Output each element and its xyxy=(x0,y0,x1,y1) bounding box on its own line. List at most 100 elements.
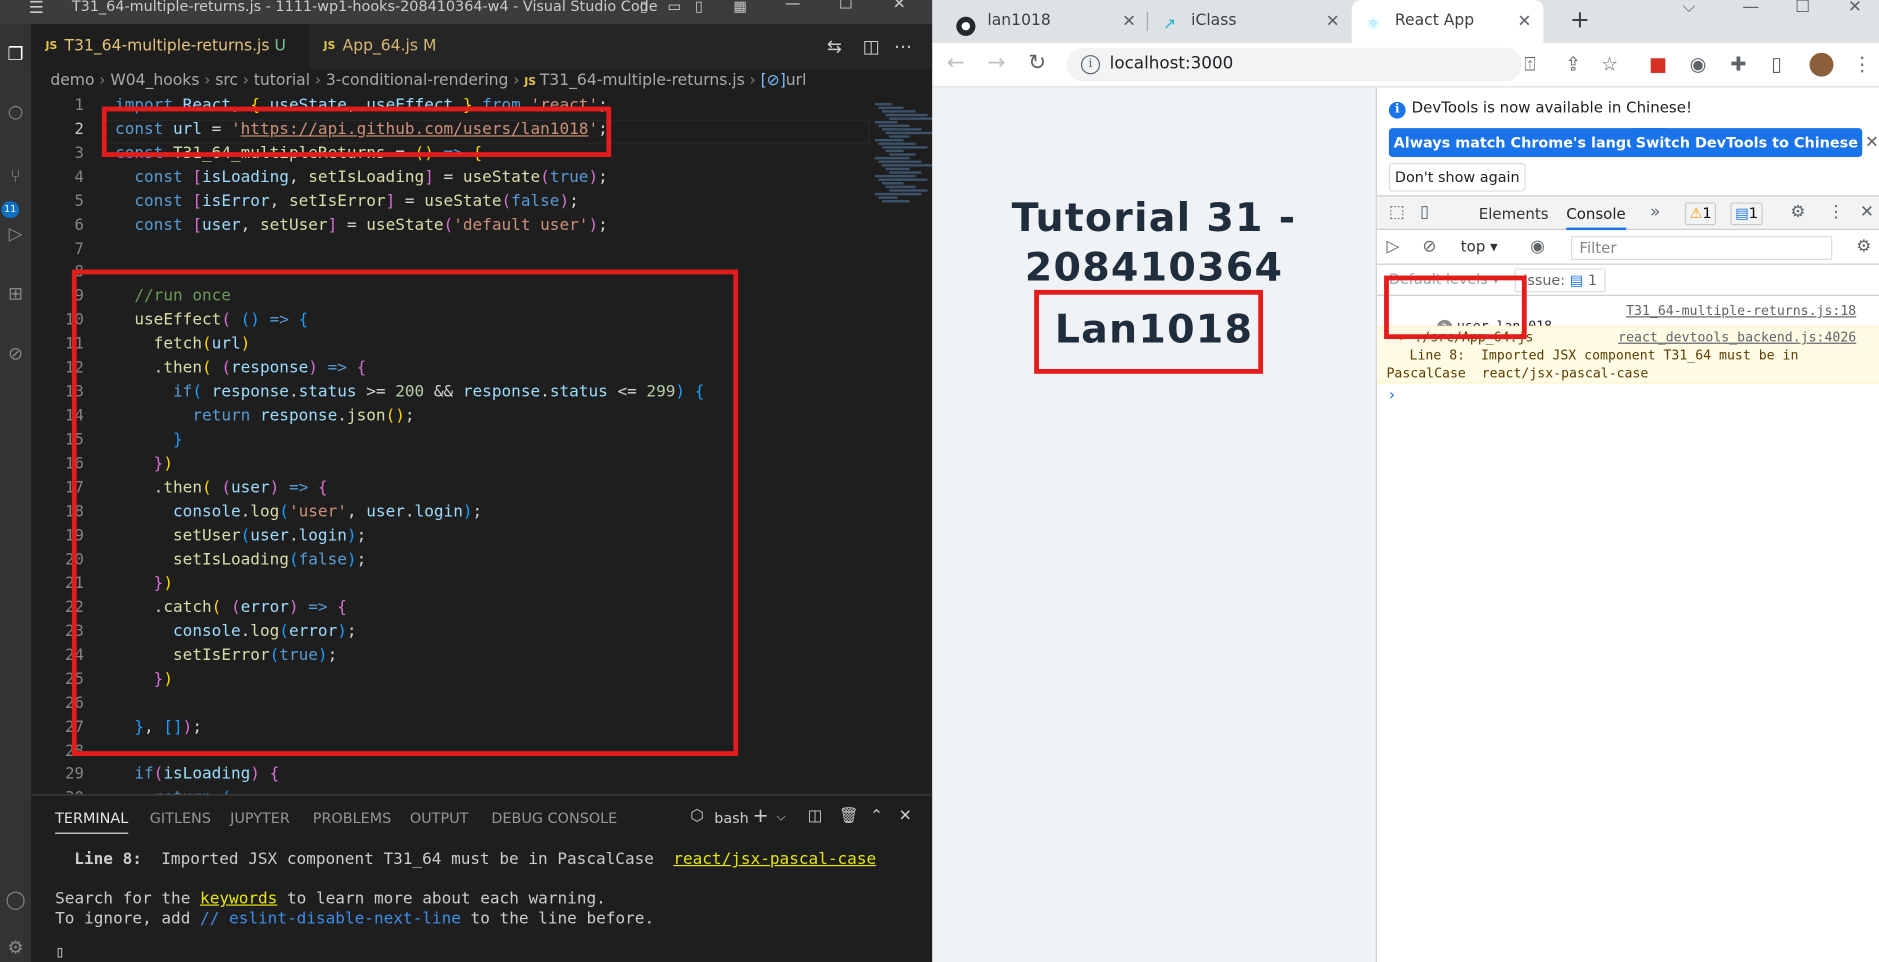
tab-console[interactable]: Console xyxy=(1566,205,1626,231)
window-title: T31_64-multiple-returns.js - 1111-wp1-ho… xyxy=(71,0,658,15)
more-actions-icon[interactable]: ⋯ xyxy=(894,36,912,58)
minimap-line xyxy=(889,117,933,120)
address-bar[interactable]: i localhost:3000 xyxy=(1066,47,1522,82)
customize-layout-icon[interactable]: ▦ xyxy=(733,0,747,14)
minimap-line xyxy=(874,156,910,160)
inspect-element-icon[interactable]: ⬚ xyxy=(1389,202,1405,221)
more-tabs-icon[interactable]: » xyxy=(1650,202,1660,221)
site-info-icon[interactable]: i xyxy=(1080,55,1101,75)
always-match-language-button[interactable]: Always match Chrome's language xyxy=(1388,128,1671,157)
source-control-icon[interactable]: ⑂ xyxy=(2,163,28,189)
browser-tab-iclass[interactable]: ↗ iClass ✕ xyxy=(1160,0,1352,43)
extension-record-icon[interactable]: ◉ xyxy=(1690,53,1707,76)
translate-icon[interactable]: ⍐ xyxy=(1524,53,1536,77)
line-number: 2 xyxy=(74,120,84,139)
context-select[interactable]: top ▾ xyxy=(1461,237,1498,255)
run-debug-icon[interactable]: ▷ xyxy=(2,220,28,246)
dont-show-again-button[interactable]: Don't show again xyxy=(1388,162,1526,192)
terminal-shell-label[interactable]: bash xyxy=(714,810,749,827)
minimize-icon[interactable]: — xyxy=(785,0,801,13)
new-tab-icon[interactable]: + xyxy=(1570,5,1590,34)
tab-output[interactable]: OUTPUT xyxy=(410,810,469,827)
breadcrumb: demo › W04_hooks › src › tutorial › 3-conditiona… xyxy=(50,71,807,90)
forward-icon[interactable]: → xyxy=(987,50,1005,75)
tab-terminal[interactable]: TERMINAL xyxy=(55,810,129,834)
console-filter-input[interactable]: Filter xyxy=(1571,236,1833,260)
explorer-icon[interactable]: ❐ xyxy=(2,41,28,67)
compare-changes-icon[interactable]: ⇆ xyxy=(827,36,842,58)
clear-console-icon[interactable]: ⊘ xyxy=(1422,237,1436,256)
trash-icon[interactable]: 🗑 xyxy=(839,807,859,825)
close-tab-icon[interactable]: ✕ xyxy=(1326,0,1340,43)
close-tab-icon[interactable]: ✕ xyxy=(1517,0,1531,43)
search-icon[interactable]: ○ xyxy=(2,98,28,124)
message-icon: ▤ xyxy=(1735,204,1749,222)
close-infobar-icon[interactable]: ✕ xyxy=(1865,133,1879,152)
chevron-down-icon[interactable]: ⌵ xyxy=(777,811,786,824)
split-terminal-icon[interactable]: ◫ xyxy=(808,807,823,825)
split-editor-icon[interactable]: ◫ xyxy=(863,36,880,58)
minimap-line xyxy=(889,171,922,174)
tab-gitlens[interactable]: GITLENS xyxy=(150,810,211,827)
profile-avatar[interactable] xyxy=(1809,52,1834,77)
minimap[interactable] xyxy=(870,96,933,794)
devtools-panel: i DevTools is now available in Chinese! A… xyxy=(1375,87,1879,962)
close-panel-icon[interactable]: ✕ xyxy=(899,807,912,825)
extensions-puzzle-icon[interactable]: ✚ xyxy=(1730,53,1746,76)
switch-to-chinese-button[interactable]: Switch DevTools to Chinese xyxy=(1630,128,1863,157)
remote-icon[interactable]: ⊘ xyxy=(2,340,28,366)
maximize-icon[interactable]: ☐ xyxy=(1795,0,1810,17)
issues-button[interactable]: Issue: ▤ 1 xyxy=(1514,268,1606,293)
console-settings-icon[interactable]: ⚙ xyxy=(1856,237,1871,256)
browser-tab-react-app[interactable]: ⚛ React App ✕ xyxy=(1351,0,1544,44)
maximize-icon[interactable]: ☐ xyxy=(839,0,853,13)
extension-red-icon[interactable]: ■ xyxy=(1649,53,1667,76)
maximize-panel-icon[interactable]: ⌃ xyxy=(870,807,883,825)
toggle-secondary-sidebar-icon[interactable]: ▯ xyxy=(695,0,703,14)
account-icon[interactable]: ◯ xyxy=(2,887,28,913)
tab-t31-multiple-returns[interactable]: JS T31_64-multiple-returns.js U xyxy=(31,23,310,70)
browser-tab-github[interactable]: ● lan1018 ✕ xyxy=(956,0,1148,43)
warnings-badge[interactable]: ⚠1 xyxy=(1684,202,1717,226)
sidebar-toggle-icon[interactable]: ▷ xyxy=(1386,237,1399,256)
toggle-sidebar-icon[interactable]: ▯ xyxy=(640,0,648,14)
code-line-4: const [isLoading, setIsLoading] = useSta… xyxy=(134,168,608,187)
live-expression-eye-icon[interactable]: ◉ xyxy=(1530,237,1545,256)
side-panel-icon[interactable]: ▯ xyxy=(1771,53,1782,76)
more-options-icon[interactable]: ⋮ xyxy=(1827,202,1844,221)
minimap-line xyxy=(878,178,928,181)
console-prompt[interactable]: › xyxy=(1389,387,1395,405)
tab-problems[interactable]: PROBLEMS xyxy=(313,810,391,827)
minimize-icon[interactable]: — xyxy=(1742,0,1759,17)
back-icon[interactable]: ← xyxy=(947,50,965,75)
toggle-panel-icon[interactable]: ▭ xyxy=(667,0,681,14)
close-window-icon[interactable]: ✕ xyxy=(1848,0,1862,17)
menu-icon[interactable]: ☰ xyxy=(29,0,44,17)
bookmark-star-icon[interactable]: ☆ xyxy=(1601,53,1618,76)
manage-gear-icon[interactable]: ⚙ xyxy=(2,934,28,960)
tab-app-64[interactable]: JS App_64.js M xyxy=(309,24,465,70)
browser-toolbar: ← → ↻ i localhost:3000 ⍐ ⇪ ☆ ■ ◉ ✚ ▯ ⋮ xyxy=(932,43,1879,88)
warning-source-link[interactable]: react_devtools_backend.js:4026 xyxy=(1618,329,1856,345)
terminal-cursor[interactable]: ▯ xyxy=(55,944,65,962)
device-toolbar-icon[interactable]: ▯ xyxy=(1420,202,1429,221)
code-line-6: const [user, setUser] = useState('defaul… xyxy=(134,216,608,235)
minimap-line xyxy=(881,182,904,185)
close-devtools-icon[interactable]: ✕ xyxy=(1860,202,1874,221)
tab-jupyter[interactable]: JUPYTER xyxy=(230,810,290,827)
settings-gear-icon[interactable]: ⚙ xyxy=(1790,202,1805,221)
extensions-icon[interactable]: ⊞ xyxy=(2,280,28,306)
close-window-icon[interactable]: ✕ xyxy=(893,0,906,13)
tab-search-icon[interactable]: ⌵ xyxy=(1682,0,1695,17)
browser-menu-icon[interactable]: ⋮ xyxy=(1853,53,1872,76)
messages-badge[interactable]: ▤1 xyxy=(1730,202,1763,226)
minimap-line xyxy=(874,174,916,178)
close-tab-icon[interactable]: ✕ xyxy=(1122,0,1136,43)
share-icon[interactable]: ⇪ xyxy=(1565,53,1581,76)
reload-icon[interactable]: ↻ xyxy=(1028,50,1046,75)
tab-debug-console[interactable]: DEBUG CONSOLE xyxy=(491,810,617,827)
react-app-page: Tutorial 31 - 208410364 Lan1018 xyxy=(932,87,1376,962)
tab-elements[interactable]: Elements xyxy=(1479,205,1549,223)
new-terminal-icon[interactable]: + xyxy=(753,804,769,827)
log-source-link[interactable]: T31_64-multiple-returns.js:18 xyxy=(1626,303,1856,319)
